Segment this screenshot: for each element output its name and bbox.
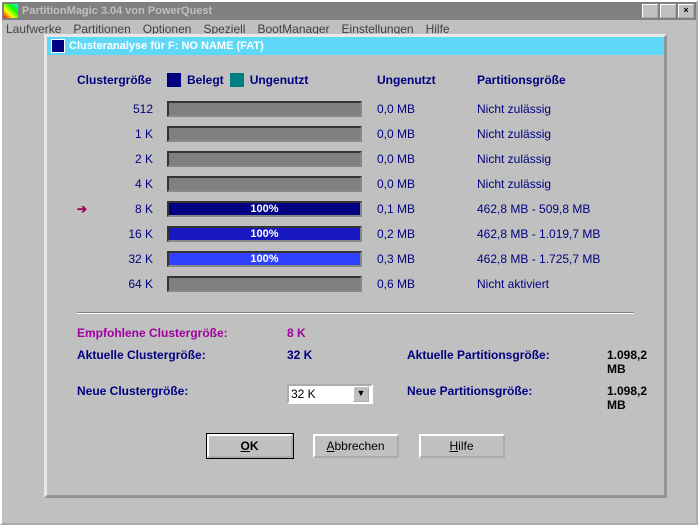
cluster-size-label: 16 K [97, 227, 167, 241]
partition-size-value: 462,8 MB - 509,8 MB [477, 202, 637, 216]
cluster-row[interactable]: 32 K100% 0,3 MB462,8 MB - 1.725,7 MB [77, 247, 634, 271]
cluster-row[interactable]: 1 K 0,0 MBNicht zulässig [77, 122, 634, 146]
unused-value: 0,0 MB [377, 102, 477, 116]
cluster-size-label: 4 K [97, 177, 167, 191]
new-partition-label: Neue Partitionsgröße: [407, 384, 607, 412]
cancel-button[interactable]: Abbrechen [313, 434, 399, 458]
unused-value: 0,3 MB [377, 252, 477, 266]
legend-belegt: Belegt [187, 73, 224, 87]
current-arrow-icon: ➔ [77, 202, 97, 216]
partition-size-value: 462,8 MB - 1.019,7 MB [477, 227, 637, 241]
cluster-row[interactable]: ➔8 K100% 0,1 MB462,8 MB - 509,8 MB [77, 197, 634, 221]
swatch-ungenutzt-icon [230, 73, 244, 87]
current-partition-value: 1.098,2 MB [607, 348, 647, 376]
cluster-rows: 5120,0 MBNicht zulässig1 K0,0 MBNicht zu… [77, 97, 634, 296]
partition-size-value: 462,8 MB - 1.725,7 MB [477, 252, 637, 266]
header-ungenutzt: Ungenutzt [377, 73, 477, 87]
dialog-content: Clustergröße Belegt Ungenutzt Ungenutzt … [47, 55, 664, 466]
ok-label: K [250, 439, 259, 453]
unused-value: 0,2 MB [377, 227, 477, 241]
partition-size-value: Nicht aktiviert [477, 277, 637, 291]
legend-ungenutzt: Ungenutzt [250, 73, 309, 87]
unused-value: 0,6 MB [377, 277, 477, 291]
cluster-analysis-dialog: Clusteranalyse für F: NO NAME (FAT) Clus… [44, 34, 667, 498]
cluster-size-label: 64 K [97, 277, 167, 291]
new-cluster-label: Neue Clustergröße: [77, 384, 287, 412]
cluster-size-label: 2 K [97, 152, 167, 166]
unused-value: 0,0 MB [377, 177, 477, 191]
cluster-size-label: 512 [97, 102, 167, 116]
usage-bar-fill: 100% [169, 228, 360, 240]
usage-bar [167, 126, 362, 142]
header-partsize: Partitionsgröße [477, 73, 637, 87]
partition-size-value: Nicht zulässig [477, 152, 637, 166]
usage-bar-fill: 100% [169, 253, 360, 265]
column-headers: Clustergröße Belegt Ungenutzt Ungenutzt … [77, 73, 634, 87]
main-title-text: PartitionMagic 3.04 von PowerQuest [22, 5, 212, 17]
minimize-button[interactable] [642, 4, 658, 18]
usage-bar: 100% [167, 251, 362, 267]
usage-bar [167, 151, 362, 167]
cluster-row[interactable]: 512 0,0 MBNicht zulässig [77, 97, 634, 121]
maximize-button[interactable] [660, 4, 676, 18]
usage-bar-fill: 100% [169, 203, 360, 215]
unused-value: 0,0 MB [377, 152, 477, 166]
new-partition-value: 1.098,2 MB [607, 384, 647, 412]
app-icon [4, 4, 18, 18]
close-button[interactable]: × [678, 4, 694, 18]
ok-button[interactable]: OK [207, 434, 293, 458]
recommended-value: 8 K [287, 326, 407, 340]
cluster-row[interactable]: 64 K 0,6 MBNicht aktiviert [77, 272, 634, 296]
usage-bar [167, 101, 362, 117]
divider [77, 312, 634, 314]
new-cluster-combo[interactable]: ▼ [287, 384, 373, 404]
usage-bar [167, 176, 362, 192]
main-titlebar: PartitionMagic 3.04 von PowerQuest × [2, 2, 696, 20]
unused-value: 0,1 MB [377, 202, 477, 216]
cluster-size-label: 8 K [97, 202, 167, 216]
recommended-label: Empfohlene Clustergröße: [77, 326, 287, 340]
swatch-belegt-icon [167, 73, 181, 87]
usage-bar [167, 276, 362, 292]
main-window: PartitionMagic 3.04 von PowerQuest × Lau… [0, 0, 698, 525]
cluster-size-label: 32 K [97, 252, 167, 266]
current-cluster-value: 32 K [287, 348, 407, 376]
partition-size-value: Nicht zulässig [477, 102, 637, 116]
unused-value: 0,0 MB [377, 127, 477, 141]
usage-bar: 100% [167, 226, 362, 242]
current-partition-label: Aktuelle Partitionsgröße: [407, 348, 607, 376]
window-controls: × [642, 4, 694, 18]
usage-bar: 100% [167, 201, 362, 217]
combo-dropdown-button[interactable]: ▼ [353, 386, 369, 402]
cluster-size-label: 1 K [97, 127, 167, 141]
dialog-title-text: Clusteranalyse für F: NO NAME (FAT) [69, 40, 264, 52]
button-bar: OK Abbrechen Hilfe [77, 434, 634, 458]
legend: Belegt Ungenutzt [167, 73, 377, 87]
dialog-icon [51, 39, 65, 53]
dialog-titlebar: Clusteranalyse für F: NO NAME (FAT) [47, 37, 664, 55]
cluster-row[interactable]: 2 K 0,0 MBNicht zulässig [77, 147, 634, 171]
help-button[interactable]: Hilfe [419, 434, 505, 458]
new-cluster-input[interactable] [289, 386, 353, 402]
cluster-row[interactable]: 4 K 0,0 MBNicht zulässig [77, 172, 634, 196]
current-cluster-label: Aktuelle Clustergröße: [77, 348, 287, 376]
partition-size-value: Nicht zulässig [477, 127, 637, 141]
info-grid: Empfohlene Clustergröße: 8 K Aktuelle Cl… [77, 326, 634, 412]
new-cluster-combo-cell: ▼ [287, 384, 407, 412]
partition-size-value: Nicht zulässig [477, 177, 637, 191]
cluster-row[interactable]: 16 K100% 0,2 MB462,8 MB - 1.019,7 MB [77, 222, 634, 246]
header-clustersize: Clustergröße [77, 73, 167, 87]
